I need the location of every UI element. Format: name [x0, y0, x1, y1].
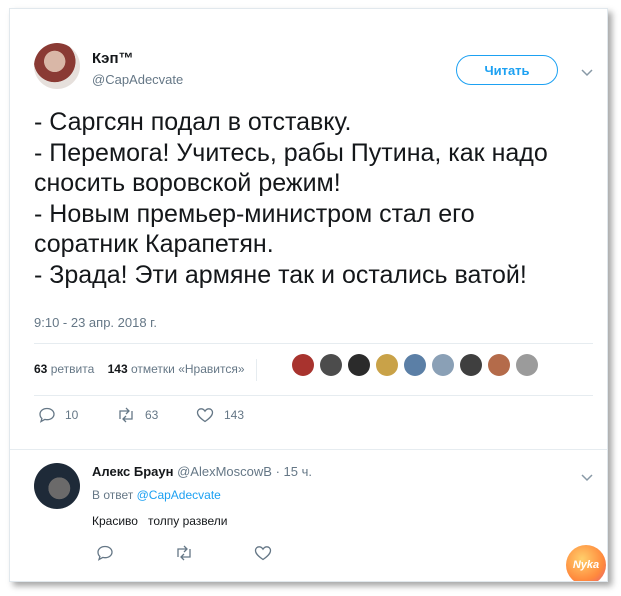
- reply-header: Алекс Браун @AlexMoscowB · 15 ч.: [92, 464, 312, 479]
- follow-button[interactable]: Читать: [456, 55, 558, 85]
- heart-icon: [196, 407, 214, 423]
- tweet-text: - Саргсян подал в отставку. - Перемога! …: [34, 107, 599, 290]
- tweet-timestamp[interactable]: 9:10 - 23 апр. 2018 г.: [34, 315, 157, 330]
- liker-avatar[interactable]: [292, 354, 314, 376]
- retweet-icon: [116, 407, 136, 423]
- like-button[interactable]: [254, 545, 272, 561]
- liker-avatar[interactable]: [376, 354, 398, 376]
- likes-stat[interactable]: 143 отметки «Нравится»: [108, 362, 245, 376]
- retweet-count: 63: [145, 408, 159, 422]
- divider: [255, 359, 257, 381]
- liker-avatar[interactable]: [460, 354, 482, 376]
- watermark-logo: Nyka: [566, 545, 606, 581]
- liker-avatar[interactable]: [516, 354, 538, 376]
- chevron-down-icon[interactable]: [580, 65, 594, 79]
- heart-icon: [254, 545, 272, 561]
- liker-avatars: [292, 354, 538, 376]
- author-name[interactable]: Кэп™: [92, 50, 134, 67]
- tweet-line: сносить воровской режим!: [34, 169, 341, 197]
- chevron-down-icon[interactable]: [580, 470, 594, 484]
- tweet-line: - Новым премьер-министром стал его: [34, 199, 475, 228]
- divider: [10, 449, 607, 450]
- engagement-stats: 63 ретвита 143 отметки «Нравится»: [34, 359, 265, 381]
- reply-time[interactable]: · 15 ч.: [276, 464, 312, 479]
- liker-avatar[interactable]: [320, 354, 342, 376]
- reply-button[interactable]: [96, 545, 114, 561]
- like-count: 143: [224, 408, 245, 422]
- author-handle[interactable]: @CapAdecvate: [92, 72, 183, 87]
- divider: [34, 343, 593, 344]
- retweet-button[interactable]: 63: [116, 407, 158, 423]
- tweet-line: - Зрада! Эти армяне так и остались ватой…: [34, 260, 527, 289]
- reply-count: 10: [65, 408, 79, 422]
- reply-text: Красиво толпу развели: [92, 514, 228, 528]
- in-reply-to-handle[interactable]: @CapAdecvate: [137, 488, 221, 502]
- tweet-line: - Саргсян подал в отставку.: [34, 108, 352, 136]
- divider: [34, 395, 593, 396]
- reply-author-name[interactable]: Алекс Браун: [92, 464, 173, 479]
- reply-icon: [38, 407, 56, 423]
- like-button[interactable]: 143: [196, 407, 244, 423]
- liker-avatar[interactable]: [488, 354, 510, 376]
- reply-button[interactable]: 10: [38, 407, 78, 423]
- reply-icon: [96, 545, 114, 561]
- tweet-line: - Перемога! Учитесь, рабы Путина, как на…: [34, 138, 548, 167]
- retweets-stat[interactable]: 63 ретвита: [34, 362, 94, 376]
- liker-avatar[interactable]: [348, 354, 370, 376]
- in-reply-to: В ответ @CapAdecvate: [92, 488, 221, 502]
- tweet-line: соратник Карапетян.: [34, 230, 274, 258]
- retweet-button[interactable]: [174, 545, 194, 561]
- author-avatar[interactable]: [34, 43, 80, 89]
- reply-author-avatar[interactable]: [34, 463, 80, 509]
- liker-avatar[interactable]: [404, 354, 426, 376]
- reply-author-handle[interactable]: @AlexMoscowB: [177, 464, 272, 479]
- retweet-icon: [174, 545, 194, 561]
- tweet-card: Кэп™ @CapAdecvate Читать - Саргсян подал…: [9, 8, 608, 582]
- liker-avatar[interactable]: [432, 354, 454, 376]
